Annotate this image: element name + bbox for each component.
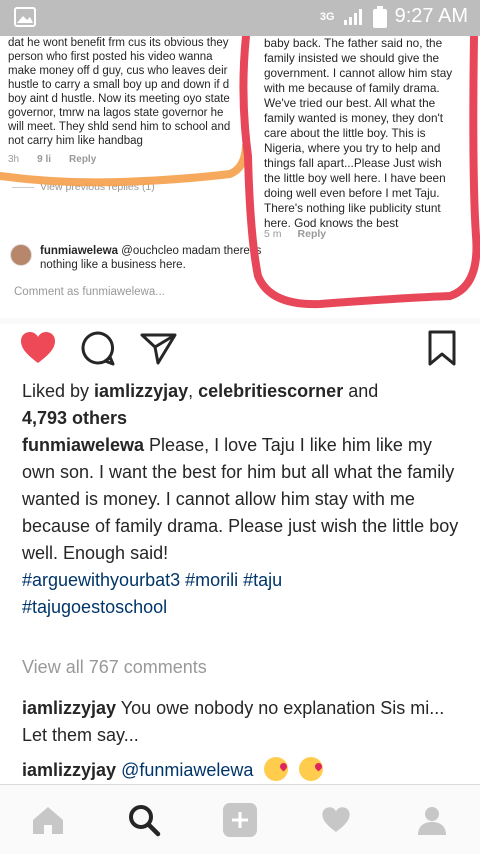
comment-username[interactable]: iamlizzyjay	[22, 698, 116, 718]
avatar	[10, 244, 32, 266]
comment: iamlizzyjay You owe nobody no explanatio…	[22, 695, 462, 749]
image-notification-icon	[14, 7, 36, 27]
send-icon	[140, 333, 177, 365]
hashtags[interactable]: #arguewithyourbat3 #morili #taju	[22, 570, 282, 590]
bottom-nav	[0, 784, 480, 854]
embedded-screenshot: dat he wont benefit frm cus its obvious …	[0, 36, 480, 318]
liked-separator: ,	[188, 381, 199, 401]
caption-username[interactable]: funmiawelewa	[22, 435, 144, 455]
save-button[interactable]	[422, 328, 462, 368]
comment-icon	[81, 331, 115, 366]
liked-and: and	[343, 381, 379, 401]
nav-search[interactable]	[120, 796, 168, 844]
clock: 9:27 AM	[394, 5, 468, 27]
nav-profile[interactable]	[408, 796, 456, 844]
hashtags[interactable]: #tajugoestoschool	[22, 597, 167, 617]
home-icon	[33, 806, 63, 834]
embedded-reply-username: funmiawelewa	[40, 245, 118, 257]
status-bar: 3G 9:27 AM	[0, 0, 480, 36]
signal-icon	[343, 8, 362, 25]
embedded-left-reply: Reply	[69, 154, 97, 165]
share-button[interactable]	[138, 328, 178, 368]
comment: iamlizzyjay @funmiawelewa	[22, 757, 462, 784]
like-button[interactable]	[18, 328, 58, 368]
view-all-comments-link[interactable]: View all 767 comments	[22, 657, 207, 678]
embedded-right-comment: baby back. The father said no, the famil…	[264, 36, 453, 230]
embedded-reply-text: funmiawelewa @ouchcleo madam there is no…	[40, 244, 280, 272]
add-icon	[223, 802, 257, 837]
embedded-comment-placeholder: Comment as funmiawelewa...	[14, 286, 165, 298]
kiss-emoji-icon	[264, 757, 289, 781]
profile-icon	[418, 806, 446, 835]
action-bar	[0, 324, 480, 374]
nav-activity[interactable]	[312, 796, 360, 844]
liked-by-prefix: Liked by	[22, 381, 95, 401]
comment-mention[interactable]: @funmiawelewa	[116, 760, 253, 780]
embedded-right-reply: Reply	[297, 228, 327, 240]
likes-summary: Liked by iamlizzyjay, celebritiescorner …	[22, 378, 462, 432]
nav-home[interactable]	[24, 796, 72, 844]
kiss-emoji-icon	[299, 757, 324, 781]
embedded-left-comment: dat he wont benefit frm cus its obvious …	[8, 37, 231, 147]
embedded-left-meta: 3h 9 li Reply	[8, 154, 96, 165]
embedded-right-meta: 5 m Reply	[264, 228, 326, 240]
network-type: 3G	[319, 10, 335, 23]
comment-button[interactable]	[78, 328, 118, 368]
embedded-left-likes: 9 li	[37, 154, 52, 165]
embedded-left-time: 3h	[8, 154, 20, 165]
comment-username[interactable]: iamlizzyjay	[22, 760, 116, 780]
liked-user-link[interactable]: iamlizzyjay	[94, 381, 188, 401]
liked-user-link[interactable]: celebritiescorner	[198, 381, 343, 401]
status-right: 3G 9:27 AM	[320, 5, 468, 28]
caption: funmiawelewa Please, I love Taju I like …	[22, 432, 462, 621]
activity-heart-icon	[322, 806, 350, 832]
embedded-reply: funmiawelewa @ouchcleo madam there is no…	[10, 244, 280, 272]
nav-add[interactable]	[216, 796, 264, 844]
heart-icon	[21, 332, 55, 363]
embedded-right-time: 5 m	[264, 228, 282, 240]
bookmark-icon	[428, 330, 456, 366]
view-previous-replies: View previous replies (1)	[40, 181, 155, 193]
battery-icon	[372, 5, 387, 28]
search-icon	[129, 804, 161, 836]
likes-count-link[interactable]: 4,793 others	[22, 408, 127, 428]
